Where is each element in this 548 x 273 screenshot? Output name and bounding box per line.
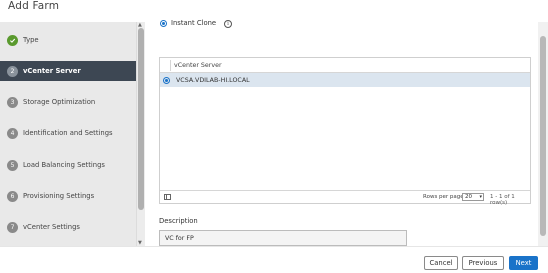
table-footer: Rows per page 20 ▾ 1 - 1 of 1 row(s) (160, 190, 530, 206)
step-vcenter-settings[interactable]: 7 vCenter Settings (0, 217, 136, 237)
step-label: Storage Optimization (23, 98, 96, 106)
vcenter-server-cell: VCSA.VDILAB-HI.LOCAL (176, 76, 250, 84)
dialog-header: Add Farm (0, 0, 548, 22)
column-toggle-icon[interactable] (164, 194, 171, 200)
info-icon[interactable]: i (224, 20, 232, 28)
step-label: Identification and Settings (23, 129, 113, 137)
instant-clone-label: Instant Clone (171, 19, 217, 27)
previous-button[interactable]: Previous (462, 256, 504, 270)
step-load-balancing[interactable]: 5 Load Balancing Settings (0, 155, 136, 175)
next-button[interactable]: Next (509, 256, 538, 270)
check-icon (7, 34, 18, 46)
column-header-vcenter-server[interactable]: vCenter Server (174, 62, 222, 69)
step-number: 6 (7, 190, 18, 202)
step-provisioning-settings[interactable]: 6 Provisioning Settings (0, 186, 136, 206)
rows-per-page-select[interactable]: 20 ▾ (462, 193, 484, 201)
chevron-down-icon: ▾ (479, 194, 482, 200)
row-select-radio[interactable] (163, 76, 170, 84)
step-number: 5 (7, 159, 18, 171)
cancel-button[interactable]: Cancel (424, 256, 458, 270)
wizard-footer: Cancel Previous Next (0, 246, 548, 273)
dialog-title: Add Farm (8, 0, 60, 12)
description-label: Description (159, 217, 198, 225)
scrollbar-thumb[interactable] (540, 36, 546, 236)
instant-clone-option[interactable]: Instant Clone (160, 19, 216, 27)
step-number: 3 (7, 96, 18, 108)
rows-per-page-value: 20 (465, 194, 472, 200)
step-type[interactable]: Type (0, 30, 136, 50)
wizard-steps: Type 2 vCenter Server 3 Storage Optimiza… (0, 22, 145, 246)
step-number: 2 (7, 65, 18, 77)
table-row[interactable]: VCSA.VDILAB-HI.LOCAL (160, 73, 530, 87)
vcenter-server-table: vCenter Server VCSA.VDILAB-HI.LOCAL Rows… (159, 57, 531, 206)
step-label: Provisioning Settings (23, 192, 95, 200)
content-scrollbar[interactable] (538, 22, 548, 246)
step-label: vCenter Settings (23, 223, 80, 231)
instant-clone-radio[interactable] (160, 19, 167, 27)
scrollbar-thumb[interactable] (138, 28, 144, 210)
step-number: 7 (7, 221, 18, 233)
step-storage-optimization[interactable]: 3 Storage Optimization (0, 92, 136, 112)
step-label: vCenter Server (23, 67, 81, 75)
steps-scrollbar[interactable]: ▲ ▼ (136, 22, 145, 246)
column-divider (170, 60, 171, 71)
table-header: vCenter Server (160, 58, 530, 73)
step-number: 4 (7, 127, 18, 139)
pagination-range: 1 - 1 of 1 row(s) (490, 194, 515, 206)
step-identification-settings[interactable]: 4 Identification and Settings (0, 123, 136, 143)
step-label: Type (23, 36, 39, 44)
description-field[interactable]: VC for FP (159, 230, 407, 246)
step-label: Load Balancing Settings (23, 161, 105, 169)
step-vcenter-server[interactable]: 2 vCenter Server (0, 61, 136, 81)
rows-per-page-label: Rows per page (423, 194, 464, 200)
